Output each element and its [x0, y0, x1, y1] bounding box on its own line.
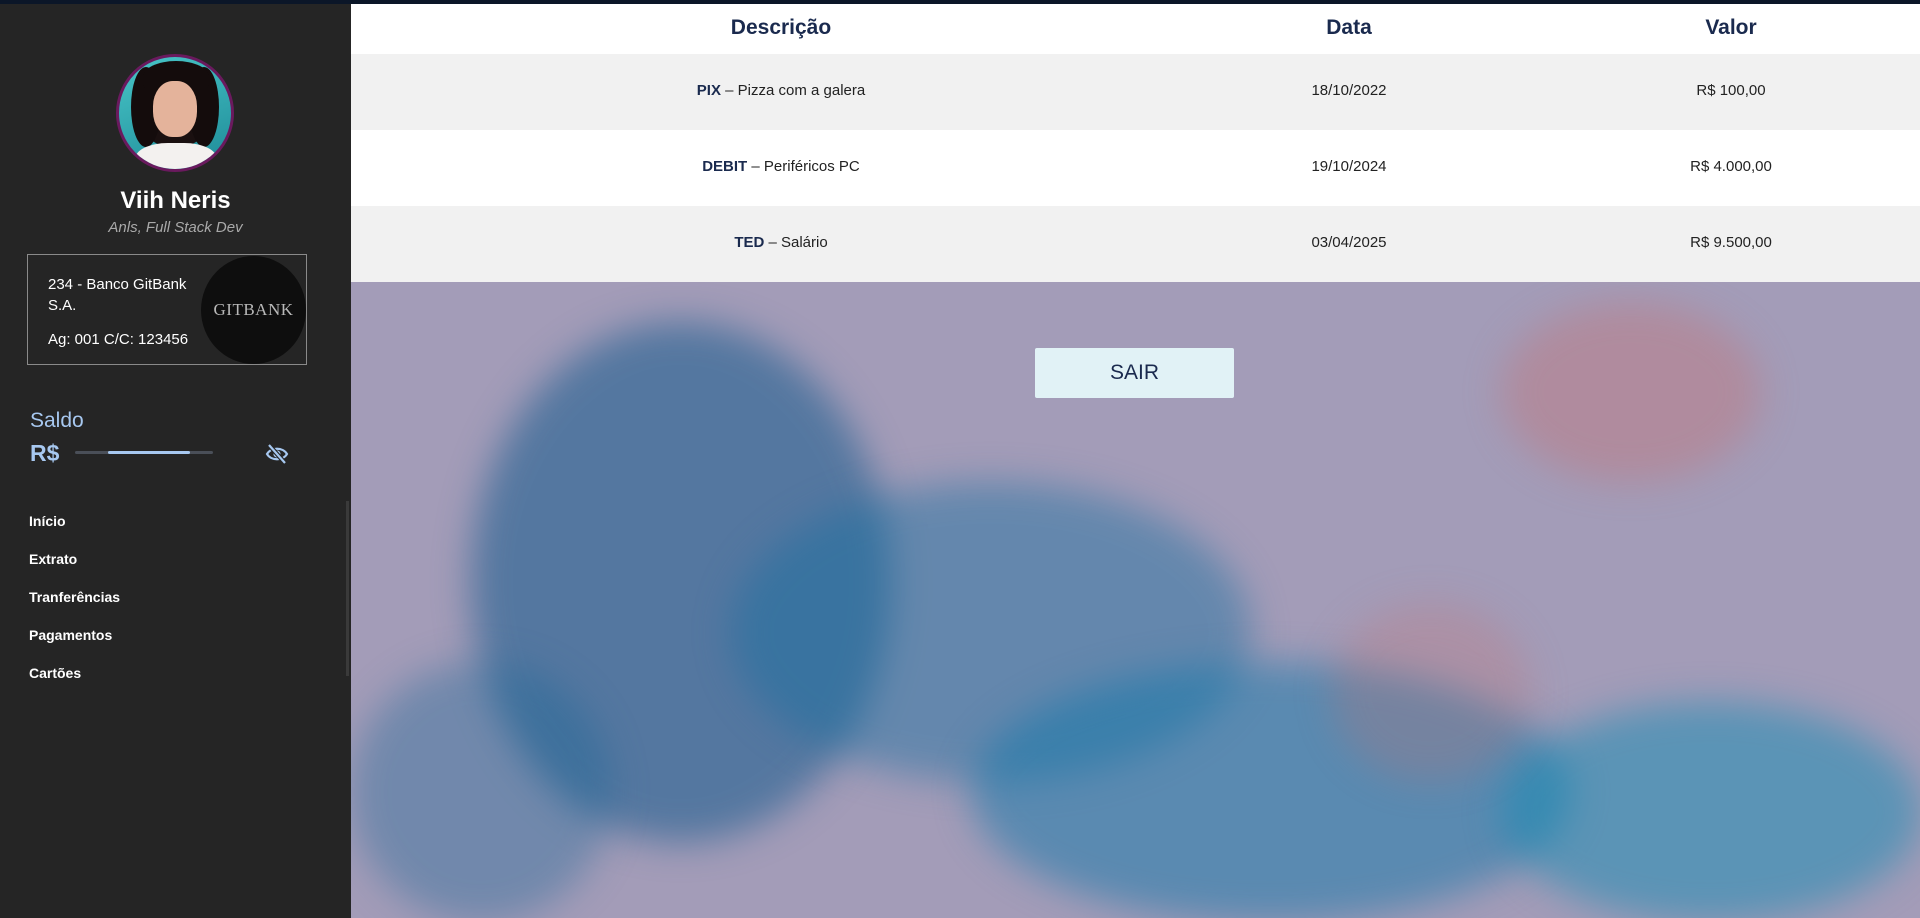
balance-currency: R$: [30, 440, 60, 466]
row-date: 18/10/2022: [1311, 82, 1387, 99]
row-value: R$ 4.000,00: [1690, 158, 1772, 175]
row-value: R$ 9.500,00: [1690, 234, 1772, 251]
table-row: TED – Salário 03/04/2025 R$ 9.500,00: [351, 206, 1920, 282]
bank-account: Ag: 001 C/C: 123456: [48, 331, 189, 348]
row-description: PIX – Pizza com a galera: [696, 82, 866, 99]
sidebar: Viih Neris Anls, Full Stack Dev 234 - Ba…: [0, 4, 352, 918]
table-row: DEBIT – Periféricos PC 19/10/2024 R$ 4.0…: [351, 130, 1920, 206]
balance-hidden-bar: [75, 451, 213, 454]
balance-label: Saldo: [30, 409, 84, 432]
nav-item-inicio[interactable]: Início: [29, 510, 120, 548]
row-value: R$ 100,00: [1696, 82, 1766, 99]
main-content: Descrição Data Valor PIX – Pizza com a g…: [351, 4, 1920, 918]
balance-hidden-fill: [108, 451, 190, 454]
header-description: Descrição: [730, 16, 832, 39]
avatar: [116, 54, 234, 172]
nav-item-cartoes[interactable]: Cartões: [29, 662, 120, 700]
sidebar-nav: Início Extrato Tranferências Pagamentos …: [29, 510, 120, 700]
bank-info-card: 234 - Banco GitBank S.A. Ag: 001 C/C: 12…: [27, 254, 307, 365]
row-description: TED – Salário: [734, 234, 828, 251]
table-row: PIX – Pizza com a galera 18/10/2022 R$ 1…: [351, 54, 1920, 130]
row-date: 19/10/2024: [1311, 158, 1387, 175]
bank-name: 234 - Banco GitBank S.A.: [48, 276, 187, 314]
transactions-table-header: Descrição Data Valor: [351, 4, 1920, 54]
row-description: DEBIT – Periféricos PC: [702, 158, 860, 175]
row-date: 03/04/2025: [1311, 234, 1387, 251]
sidebar-scrollbar[interactable]: [346, 501, 349, 676]
eye-slash-icon[interactable]: [264, 441, 290, 467]
nav-item-transferencias[interactable]: Tranferências: [29, 586, 120, 624]
header-value: Valor: [1705, 16, 1757, 39]
header-date: Data: [1326, 16, 1372, 39]
user-role: Anls, Full Stack Dev: [108, 219, 243, 236]
nav-item-pagamentos[interactable]: Pagamentos: [29, 624, 120, 662]
logout-button[interactable]: SAIR: [1035, 348, 1234, 398]
bank-logo: GITBANK: [201, 256, 306, 364]
user-name: Viih Neris: [120, 187, 231, 214]
nav-item-extrato[interactable]: Extrato: [29, 548, 120, 586]
